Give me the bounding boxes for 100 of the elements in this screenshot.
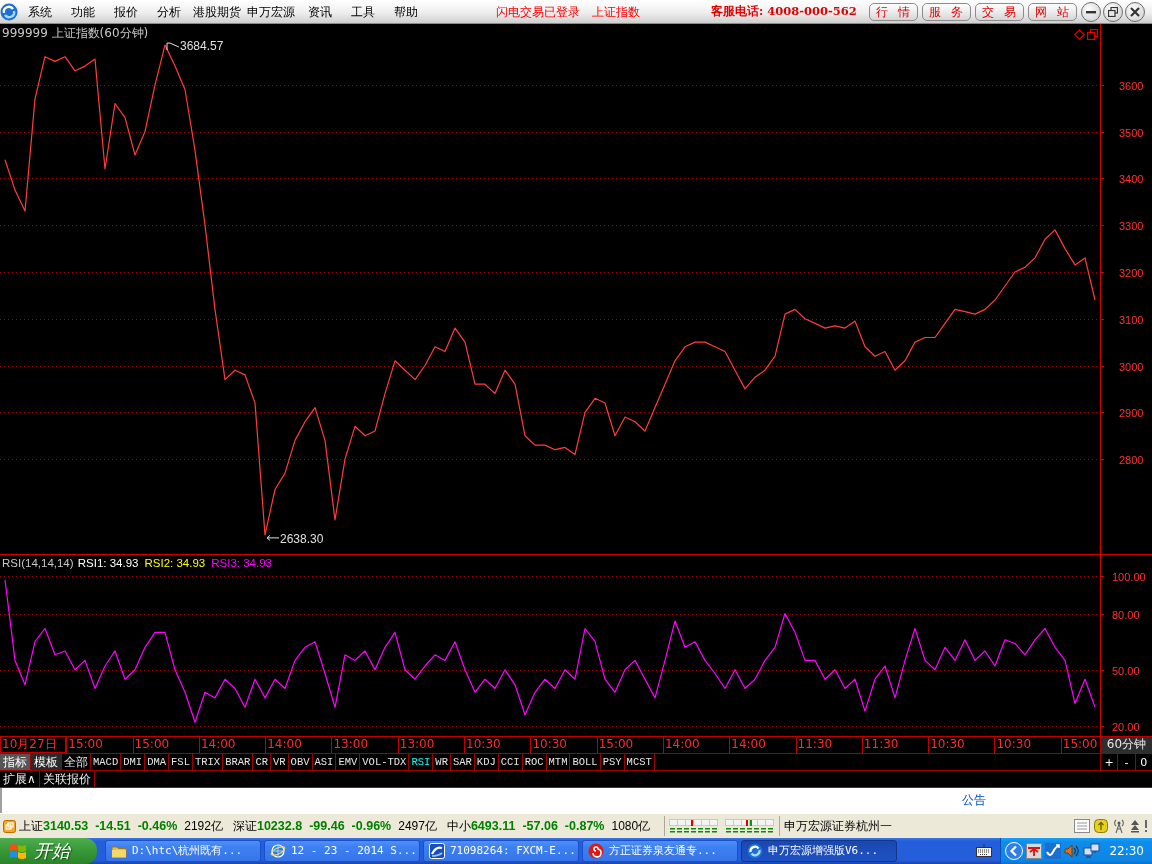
indicator-tab[interactable]: DMI — [121, 754, 146, 770]
axis-label: 20.00 — [1112, 720, 1140, 733]
keyboard-icon[interactable] — [976, 844, 993, 858]
antenna-icon[interactable] — [1112, 818, 1126, 834]
annotation: 3684.57 — [180, 39, 224, 54]
indicator-tab[interactable]: OBV — [288, 754, 313, 770]
axis-label: 2900 — [1119, 406, 1144, 419]
indicator-tab[interactable]: MTM — [546, 754, 571, 770]
arrow-to-top-icon[interactable] — [1026, 843, 1043, 859]
index-name: 上证 — [19, 818, 43, 834]
indicator-tab[interactable]: DMA — [145, 754, 170, 770]
index-percent: -0.87% — [564, 818, 605, 834]
meter-icon — [725, 819, 776, 833]
window-icon[interactable] — [3, 819, 16, 833]
start-button[interactable]: 开始 — [0, 838, 97, 864]
indicator-tab[interactable]: PSY — [600, 754, 625, 770]
menu-item[interactable]: 功能 — [61, 3, 104, 20]
menu-item[interactable]: 分析 — [147, 3, 190, 20]
taskbar-button[interactable]: 71098264: FXCM-E... — [423, 840, 579, 862]
close-icon — [1129, 6, 1140, 17]
index-value: 3140.53 — [43, 818, 89, 834]
up-arrow-icon[interactable] — [1094, 819, 1108, 833]
menu-item[interactable]: 港股期货 — [190, 3, 244, 20]
menu-item[interactable]: 工具 — [341, 3, 384, 20]
windows-flag-icon — [8, 842, 28, 860]
axis-label: 3500 — [1119, 126, 1144, 139]
meter-icon — [669, 819, 720, 833]
index-turnover: 2192亿 — [184, 818, 223, 834]
indicator-tab[interactable]: KDJ — [474, 754, 499, 770]
indicator-tab[interactable]: SAR — [450, 754, 475, 770]
check-arrow-icon[interactable] — [1045, 843, 1062, 859]
indicator-tab[interactable]: BRAR — [223, 754, 254, 770]
indicator-tab[interactable]: EMV — [336, 754, 361, 770]
axis-label: 2800 — [1119, 453, 1144, 466]
legend-label: RSI3: 34.93 — [211, 557, 272, 569]
toolbar-button[interactable]: 交 易 — [974, 2, 1024, 21]
menu-item[interactable]: 系统 — [18, 3, 61, 20]
double-arrow-icon[interactable] — [1130, 819, 1140, 833]
index-name: 中小 — [446, 818, 471, 834]
toolbar-button[interactable]: 服 务 — [921, 2, 971, 21]
index-percent: -0.96% — [351, 818, 392, 834]
restore-button[interactable] — [1102, 1, 1123, 22]
logo-icon[interactable] — [0, 2, 18, 21]
indicator-tab[interactable]: WR — [433, 754, 451, 770]
indicator-tab[interactable]: 全部 — [62, 754, 91, 770]
period-selector[interactable]: 60分钟 — [1100, 737, 1152, 753]
index-value: 10232.8 — [256, 818, 303, 834]
index-percent: -0.46% — [137, 818, 178, 834]
menu-item[interactable]: 资讯 — [298, 3, 341, 20]
swoosh-tile-icon — [429, 843, 445, 859]
indicator-tab[interactable]: ASI — [312, 754, 337, 770]
menu-item[interactable]: 帮助 — [384, 3, 427, 20]
network-icon[interactable] — [1083, 843, 1101, 859]
menu-item[interactable]: 申万宏源 — [244, 3, 298, 20]
index-change: -57.06 — [522, 818, 558, 834]
indicator-tab[interactable]: BOLL — [570, 754, 601, 770]
indicator-tab[interactable]: MACD — [91, 754, 122, 770]
index-change: -99.46 — [309, 818, 345, 834]
chart-title: 999999 上证指数(60分钟) — [2, 26, 149, 40]
axis-label: 3200 — [1119, 266, 1144, 279]
indicator-tab[interactable]: TRIX — [192, 754, 224, 770]
taskbar-button[interactable]: D:\htc\杭州既有... — [105, 840, 261, 862]
folder-icon — [111, 843, 127, 859]
exclamation-icon[interactable] — [1144, 820, 1148, 832]
indicator-tab[interactable]: ROC — [522, 754, 547, 770]
legend-label: RSI1: 34.93 — [77, 557, 139, 569]
toolbar-button[interactable]: 行 情 — [868, 2, 918, 21]
price-annotation: 2638.30 — [266, 531, 324, 546]
list-icon[interactable] — [1074, 819, 1090, 833]
close-button[interactable] — [1124, 1, 1145, 22]
taskbar-button[interactable]: 申万宏源增强版V6... — [741, 840, 897, 862]
indicator-tab[interactable]: FSL — [169, 754, 193, 770]
axis-label: 50.00 — [1112, 664, 1140, 677]
menu-item[interactable]: 报价 — [104, 3, 147, 20]
index-change: -14.51 — [95, 818, 131, 834]
indicator-tab[interactable]: CCI — [498, 754, 523, 770]
indicator-tab[interactable]: VOL-TDX — [360, 754, 410, 770]
restore-icon[interactable] — [1087, 29, 1098, 40]
axis-label: 3100 — [1119, 313, 1144, 326]
globe-icon — [270, 843, 286, 859]
chart-title: RSI(14,14,14) — [2, 557, 74, 569]
taskbar-button[interactable]: 12 - 23 - 2014 S... — [264, 840, 420, 862]
axis-label: 100.00 — [1112, 570, 1146, 583]
extra-tab[interactable]: 扩展∧ — [0, 771, 40, 787]
speaker-icon[interactable] — [1064, 843, 1081, 859]
panel-tab[interactable]: 指标 — [0, 754, 31, 770]
minimize-button[interactable] — [1080, 1, 1101, 22]
legend-label: RSI2: 34.93 — [144, 557, 206, 569]
notice-link[interactable]: 公告 — [962, 793, 986, 808]
index-name: 深证 — [232, 818, 257, 834]
diamond-icon[interactable] — [1074, 29, 1085, 40]
taskbar-button[interactable]: 方正证券泉友通专... — [582, 840, 738, 862]
broker-name: 申万宏源证券杭州一 — [784, 818, 893, 834]
indicator-tab[interactable]: CR — [253, 754, 271, 770]
index-turnover: 2497亿 — [398, 818, 437, 834]
index-turnover: 1080亿 — [611, 818, 651, 834]
panel-tab[interactable]: 模板 — [31, 754, 62, 770]
indicator-tab[interactable]: RSI — [409, 754, 434, 770]
indicator-tab[interactable]: MCST — [624, 754, 655, 770]
toolbar-button[interactable]: 网 站 — [1027, 2, 1077, 21]
